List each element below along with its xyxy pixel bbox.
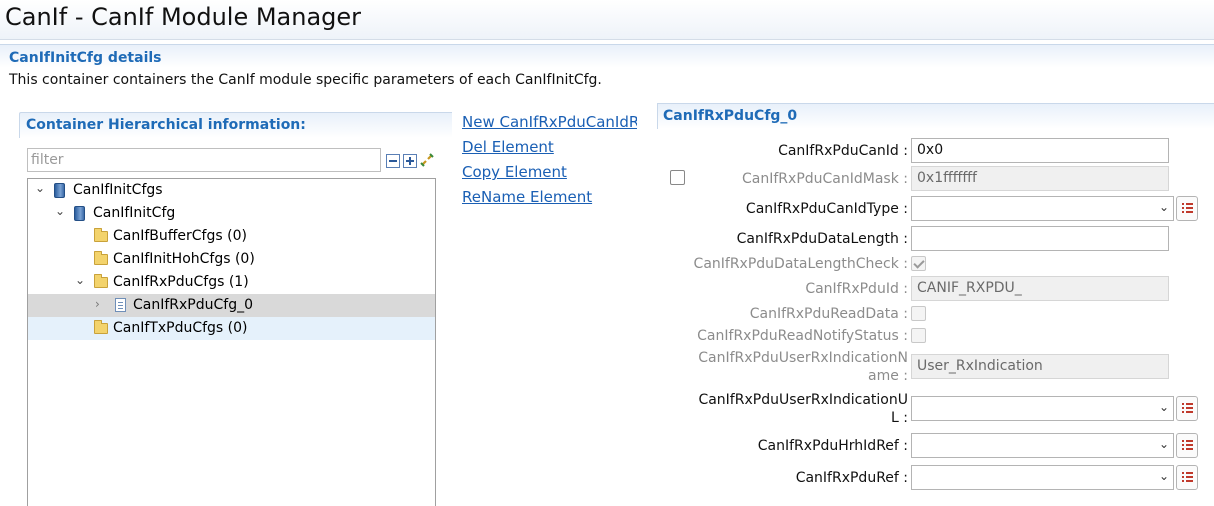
tree-node-label: CanIfInitCfg	[93, 205, 176, 221]
can-id-type-list-button[interactable]	[1176, 196, 1198, 221]
can-id-label: CanIfRxPduCanId :	[778, 143, 908, 159]
data-length-label: CanIfRxPduDataLength :	[736, 231, 908, 247]
folder-icon	[94, 320, 108, 334]
label-line-2: ame :	[868, 368, 908, 384]
tree-node-label: CanIfRxPduCfg_0	[133, 297, 253, 313]
user-rx-indication-ul-list-button[interactable]	[1176, 396, 1198, 421]
tree-node-rxpducfg-0[interactable]: › CanIfRxPduCfg_0	[28, 294, 435, 317]
form-title: CanIfRxPduCfg_0	[663, 108, 798, 124]
tree-node-caniinitcfgs[interactable]: ⌄ CanIfInitCfgs	[28, 179, 435, 202]
tree-node-txpducfgs[interactable]: CanIfTxPduCfgs (0)	[28, 317, 435, 340]
pdu-ref-select[interactable]: ⌄	[911, 465, 1174, 490]
can-id-type-select[interactable]: ⌄	[911, 196, 1174, 221]
container-tree[interactable]: ⌄ CanIfInitCfgs ⌄ CanIfInitCfg CanIfBuff…	[27, 178, 436, 506]
hrh-id-ref-label: CanIfRxPduHrhIdRef :	[757, 438, 908, 454]
collapse-all-icon[interactable]	[386, 154, 400, 168]
user-rx-indication-ul-label: CanIfRxPduUserRxIndicationU L :	[698, 391, 908, 427]
chevron-down-icon: ⌄	[1158, 469, 1169, 483]
delete-element-link[interactable]: Del Element	[462, 138, 554, 156]
link-with-editor-icon[interactable]	[419, 151, 436, 169]
label-line-1: CanIfRxPduUserRxIndicationU	[698, 392, 908, 408]
chevron-down-icon: ⌄	[1158, 200, 1169, 214]
folder-icon	[94, 228, 108, 242]
user-rx-indication-ul-select[interactable]: ⌄	[911, 396, 1174, 421]
tree-node-inithohcfgs[interactable]: CanIfInitHohCfgs (0)	[28, 248, 435, 271]
chevron-down-icon[interactable]: ⌄	[35, 181, 45, 195]
tree-node-label: CanIfTxPduCfgs (0)	[113, 320, 248, 336]
hrh-id-ref-select[interactable]: ⌄	[911, 433, 1174, 458]
label-line-1: CanIfRxPduUserRxIndicationN	[698, 350, 908, 366]
filter-input[interactable]	[27, 148, 381, 172]
read-notify-status-checkbox	[911, 328, 926, 343]
pdu-id-label: CanIfRxPduId :	[805, 281, 908, 297]
pdu-ref-label: CanIfRxPduRef :	[795, 470, 908, 486]
rename-element-link[interactable]: ReName Element	[462, 188, 592, 206]
copy-element-link[interactable]: Copy Element	[462, 163, 567, 181]
can-id-mask-enable-checkbox[interactable]	[670, 170, 685, 185]
chevron-down-icon[interactable]: ⌄	[55, 204, 65, 218]
tree-node-label: CanIfInitCfgs	[73, 182, 163, 198]
new-element-link-container: New CanIfRxPduCanIdRa	[462, 112, 637, 132]
details-description: This container containers the CanIf modu…	[9, 72, 602, 88]
expand-all-icon[interactable]	[403, 154, 417, 168]
chevron-right-icon[interactable]: ›	[95, 297, 100, 311]
tree-node-buffercfgs[interactable]: CanIfBufferCfgs (0)	[28, 225, 435, 248]
window-title: CanIf - CanIf Module Manager	[5, 3, 362, 31]
pdu-id-input: CANIF_RXPDU_	[911, 276, 1169, 301]
chevron-down-icon[interactable]: ⌄	[75, 273, 85, 287]
pdu-ref-list-button[interactable]	[1176, 465, 1198, 490]
can-id-mask-input: 0x1fffffff	[911, 166, 1169, 191]
tree-node-label: CanIfBufferCfgs (0)	[113, 228, 247, 244]
new-element-link[interactable]: New CanIfRxPduCanIdRa	[462, 113, 637, 131]
database-icon	[54, 183, 65, 198]
tree-node-label: CanIfInitHohCfgs (0)	[113, 251, 255, 267]
user-rx-indication-name-input: User_RxIndication	[911, 354, 1169, 379]
database-icon	[74, 206, 85, 221]
chevron-down-icon: ⌄	[1158, 400, 1169, 414]
read-data-label: CanIfRxPduReadData :	[749, 306, 908, 322]
read-notify-status-label: CanIfRxPduReadNotifyStatus :	[697, 328, 908, 344]
data-length-check-checkbox	[911, 256, 926, 271]
tree-section-title: Container Hierarchical information:	[26, 117, 306, 133]
folder-icon	[94, 251, 108, 265]
read-data-checkbox	[911, 306, 926, 321]
tree-node-caniinitcfg[interactable]: ⌄ CanIfInitCfg	[28, 202, 435, 225]
can-id-mask-label: CanIfRxPduCanIdMask :	[742, 171, 908, 187]
user-rx-indication-name-label: CanIfRxPduUserRxIndicationN ame :	[698, 349, 908, 385]
file-icon	[115, 298, 126, 312]
chevron-down-icon: ⌄	[1158, 437, 1169, 451]
hrh-id-ref-list-button[interactable]	[1176, 433, 1198, 458]
can-id-type-label: CanIfRxPduCanIdType :	[745, 201, 908, 217]
details-header	[0, 44, 1214, 68]
can-id-input[interactable]: 0x0	[911, 138, 1169, 163]
data-length-input[interactable]	[911, 226, 1169, 251]
label-line-2: L :	[891, 410, 908, 426]
data-length-check-label: CanIfRxPduDataLengthCheck :	[693, 256, 908, 272]
details-title: CanIfInitCfg details	[9, 50, 162, 66]
tree-node-rxpducfgs[interactable]: ⌄ CanIfRxPduCfgs (1)	[28, 271, 435, 294]
tree-node-label: CanIfRxPduCfgs (1)	[113, 274, 249, 290]
folder-icon	[94, 274, 108, 288]
